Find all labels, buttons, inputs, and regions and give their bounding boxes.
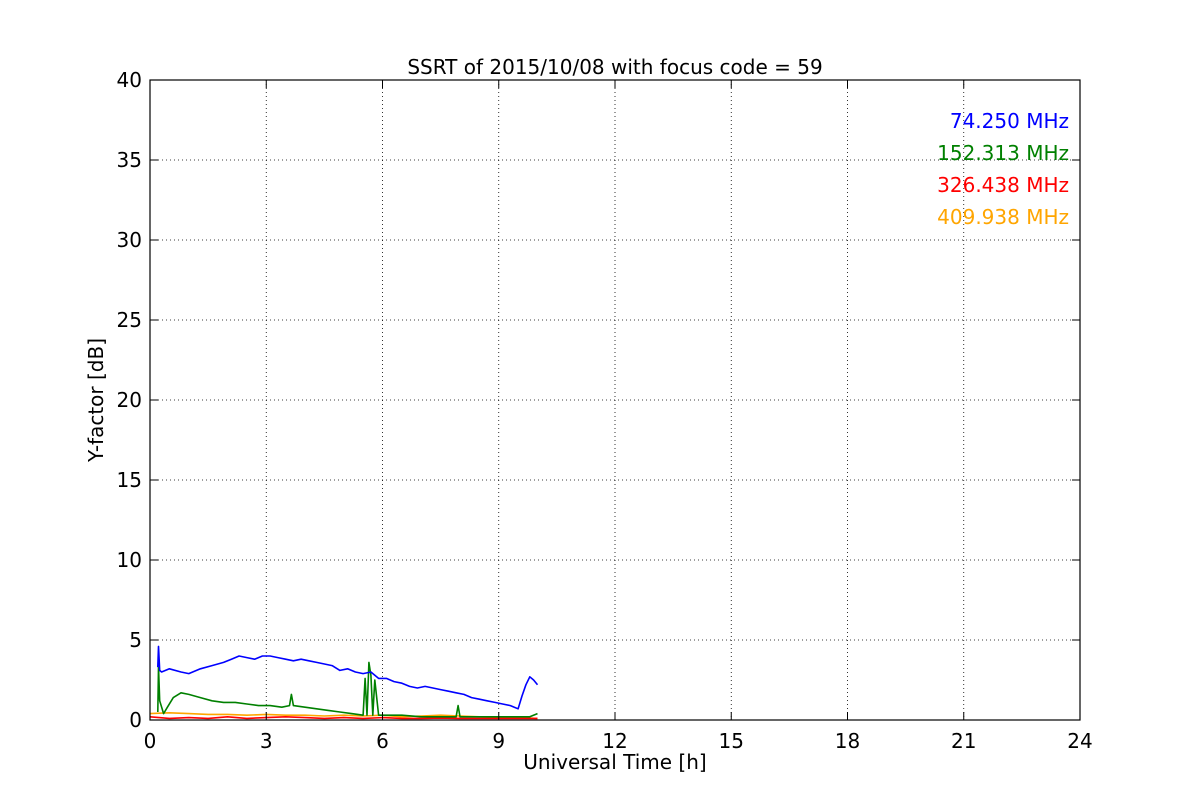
x-tick-label: 0 bbox=[144, 729, 157, 753]
x-axis-label: Universal Time [h] bbox=[523, 750, 706, 774]
chart-title: SSRT of 2015/10/08 with focus code = 59 bbox=[407, 55, 822, 79]
y-tick-label: 5 bbox=[129, 628, 142, 652]
y-tick-label: 10 bbox=[117, 548, 142, 572]
y-tick-label: 0 bbox=[129, 708, 142, 732]
x-tick-label: 18 bbox=[835, 729, 860, 753]
legend-entry: 409.938 MHz bbox=[937, 205, 1069, 229]
x-tick-label: 3 bbox=[260, 729, 273, 753]
y-tick-label: 40 bbox=[117, 68, 142, 92]
legend-entry: 152.313 MHz bbox=[937, 141, 1069, 165]
y-tick-label: 15 bbox=[117, 468, 142, 492]
y-tick-label: 30 bbox=[117, 228, 142, 252]
legend-entry: 74.250 MHz bbox=[950, 109, 1069, 133]
y-axis-label: Y-factor [dB] bbox=[84, 338, 108, 463]
legend-entry: 326.438 MHz bbox=[937, 173, 1069, 197]
y-tick-label: 20 bbox=[117, 388, 142, 412]
x-tick-label: 21 bbox=[951, 729, 976, 753]
x-tick-label: 9 bbox=[492, 729, 505, 753]
x-tick-label: 24 bbox=[1067, 729, 1092, 753]
y-tick-label: 35 bbox=[117, 148, 142, 172]
chart: 0 3 6 9 12 15 18 21 240510152025303540 74.250 MH… bbox=[0, 0, 1200, 800]
x-tick-label: 15 bbox=[719, 729, 744, 753]
x-tick-label: 6 bbox=[376, 729, 389, 753]
y-tick-label: 25 bbox=[117, 308, 142, 332]
